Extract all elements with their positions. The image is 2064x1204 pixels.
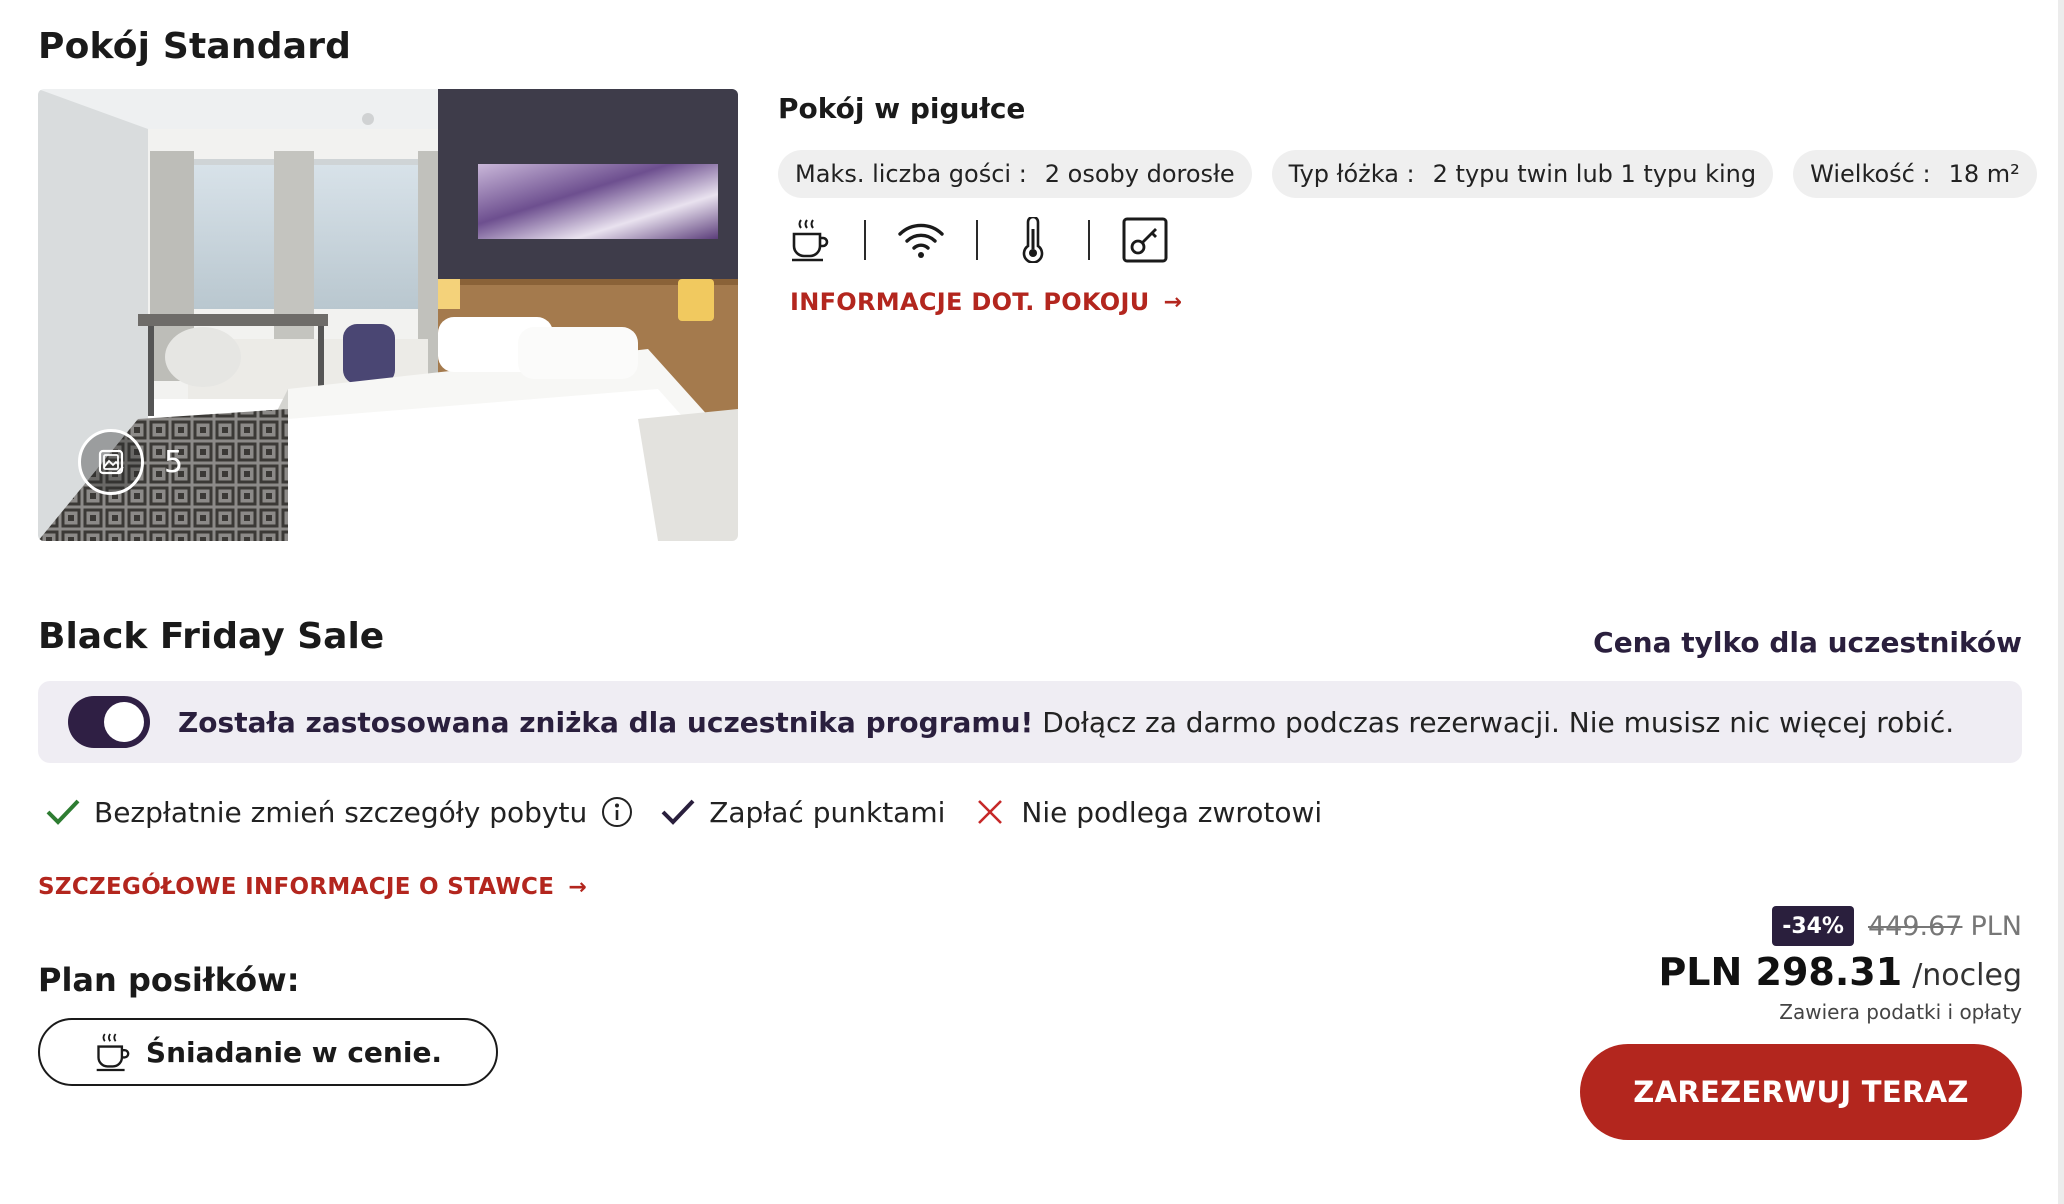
room-rate-page: Pokój Standard 5 Pokój w pigułce Maks. l… [0,0,2064,1204]
price-discount-row: -34% 449.67 PLN [1772,906,2022,946]
chip-label: Typ łóżka : [1288,160,1415,188]
price-unit: /nocleg [1912,958,2022,993]
benefit-text: Bezpłatnie zmień szczegóły pobytu [94,795,588,829]
room-title: Pokój Standard [38,26,352,67]
chip-value: 2 typu twin lub 1 typu king [1432,160,1757,188]
benefit-text: Nie podlega zwrotowi [1021,795,1323,829]
meal-plan-label: Śniadanie w cenie. [145,1035,443,1069]
thermometer-icon [1008,214,1058,266]
room-summary-title: Pokój w pigułce [778,92,1026,125]
gallery-icon [78,429,144,495]
rate-title: Black Friday Sale [38,616,385,657]
arrow-right-icon: → [1163,289,1183,315]
coffee-cup-icon [784,214,834,266]
old-price-currency: PLN [1970,910,2022,942]
old-price: 449.67 [1867,910,1963,942]
coffee-cup-icon [94,1031,130,1073]
room-info-link-label: INFORMACJE DOT. POKOJU [790,288,1150,316]
toggle-knob [104,702,144,742]
divider [864,220,866,260]
room-info-link[interactable]: INFORMACJE DOT. POKOJU → [790,288,1182,316]
check-icon [44,793,82,831]
rate-details-link-label: SZCZEGÓŁOWE INFORMACJE O STAWCE [38,874,555,900]
banner-strong-text: Została zastosowana zniżka dla uczestnik… [178,705,1034,739]
check-icon [659,793,697,831]
meal-plan-title: Plan posiłków: [38,961,300,999]
scrollbar[interactable] [2058,0,2064,1204]
current-price-row: PLN 298.31 /nocleg [1658,950,2022,994]
member-discount-banner: Została zastosowana zniżka dla uczestnik… [38,681,2022,763]
gallery-count: 5 [164,444,184,480]
info-icon[interactable] [601,796,633,828]
divider [1088,220,1090,260]
book-now-button[interactable]: ZAREZERWUJ TERAZ [1580,1044,2022,1140]
benefit-text: Zapłać punktami [709,795,946,829]
wifi-icon [896,214,946,266]
chip-value: 2 osoby dorosłe [1044,160,1235,188]
amenity-icons [784,214,1170,266]
rate-details-link[interactable]: SZCZEGÓŁOWE INFORMACJE O STAWCE → [38,874,587,900]
chip-label: Maks. liczba gości : [795,160,1027,188]
room-feature-chips: Maks. liczba gości : 2 osoby dorosłe Typ… [778,150,2037,198]
benefit-free-change: Bezpłatnie zmień szczegóły pobytu [44,793,633,831]
benefit-non-refundable: Nie podlega zwrotowi [971,793,1322,831]
discount-badge: -34% [1772,906,1854,946]
rate-benefits: Bezpłatnie zmień szczegóły pobytu Zapłać… [44,793,1348,831]
meal-plan-option[interactable]: Śniadanie w cenie. [38,1018,498,1086]
room-photo[interactable]: 5 [38,89,738,541]
benefit-pay-with-points: Zapłać punktami [659,793,945,831]
banner-body-text: Dołącz za darmo podczas rezerwacji. Nie … [1033,705,1955,739]
banner-text: Została zastosowana zniżka dla uczestnik… [178,706,1954,739]
room-size-chip: Wielkość : 18 m² [1793,150,2037,198]
divider [976,220,978,260]
gallery-badge[interactable]: 5 [78,429,183,495]
arrow-right-icon: → [568,874,587,900]
current-price: PLN 298.31 [1658,950,1903,994]
tax-note: Zawiera podatki i opłaty [1779,1000,2022,1024]
max-guests-chip: Maks. liczba gości : 2 osoby dorosłe [778,150,1252,198]
key-card-icon [1120,214,1170,266]
cross-icon [971,793,1009,831]
members-only-label: Cena tylko dla uczestników [1593,626,2022,659]
chip-label: Wielkość : [1810,160,1931,188]
member-discount-toggle[interactable] [68,696,150,748]
bed-type-chip: Typ łóżka : 2 typu twin lub 1 typu king [1271,150,1774,198]
chip-value: 18 m² [1948,160,2020,188]
